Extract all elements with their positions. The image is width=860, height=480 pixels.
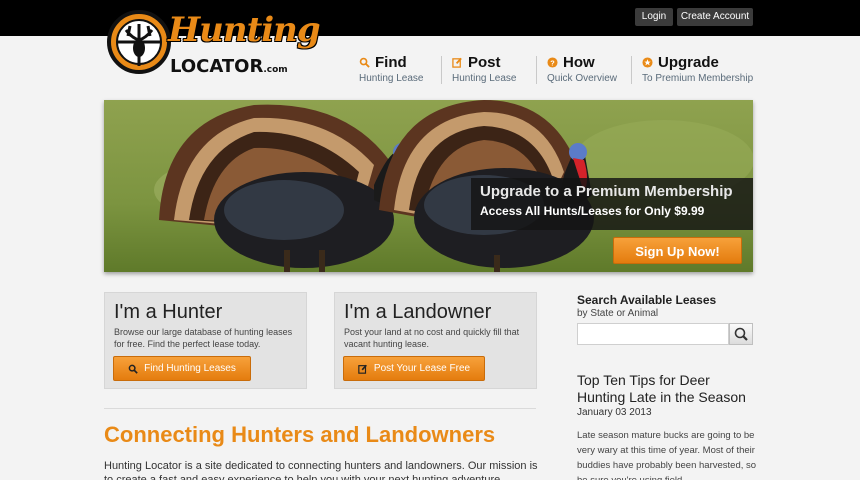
sign-up-button[interactable]: Sign Up Now! [613,237,742,264]
search-subtitle: by State or Animal [577,308,659,319]
nav-how[interactable]: ? How Quick Overview [547,54,617,84]
nav-post-subtitle: Hunting Lease [452,73,517,84]
hunter-card-title: I'm a Hunter [114,301,223,323]
blog-post-excerpt: Late season mature bucks are going to be… [577,430,757,480]
edit-icon [452,57,462,68]
nav-post-title: Post [468,54,501,71]
landowner-card-text: Post your land at no cost and quickly fi… [344,327,520,349]
find-hunting-leases-label: Find Hunting Leases [144,363,236,374]
search-title: Search Available Leases [577,293,717,307]
nav-how-title: How [563,54,595,71]
blog-post-date: January 03 2013 [577,407,652,418]
nav-divider [441,56,442,84]
nav-how-subtitle: Quick Overview [547,73,618,84]
main-tagline: Connecting Hunters and Landowners [104,422,496,447]
blog-post-title[interactable]: Top Ten Tips for Deer Hunting Late in th… [577,372,757,406]
nav-upgrade-subtitle: To Premium Membership [642,73,754,84]
search-input[interactable] [577,323,729,345]
site-logo[interactable]: Hunting LOCATOR.com [106,6,321,82]
nav-find-title: Find [375,54,407,71]
hero-headline: Upgrade to a Premium Membership [480,183,733,200]
landowner-card-title: I'm a Landowner [344,301,492,323]
edit-icon [358,364,367,374]
hero-subline: Access All Hunts/Leases for Only $9.99 [480,204,705,218]
post-your-lease-label: Post Your Lease Free [373,363,471,374]
deer-skull-logo-icon [107,10,171,74]
logo-word-locator: LOCATOR.com [170,56,288,77]
nav-upgrade[interactable]: Upgrade To Premium Membership [642,54,753,84]
nav-post[interactable]: Post Hunting Lease [452,54,517,84]
find-hunting-leases-button[interactable]: Find Hunting Leases [113,356,251,381]
login-button[interactable]: Login [635,8,673,26]
nav-find[interactable]: Find Hunting Lease [359,54,424,84]
nav-divider [536,56,537,84]
search-icon [734,327,748,341]
search-submit-button[interactable] [729,323,753,345]
create-account-button[interactable]: Create Account [677,8,753,26]
hunter-card: I'm a Hunter Browse our large database o… [104,292,307,389]
nav-upgrade-title: Upgrade [658,54,719,71]
logo-suffix: .com [263,65,288,75]
logo-word-locator-text: LOCATOR [170,56,264,77]
search-icon [128,364,138,374]
hunter-card-text: Browse our large database of hunting lea… [114,327,293,349]
svg-text:?: ? [550,58,555,67]
divider [104,408,536,409]
post-your-lease-button[interactable]: Post Your Lease Free [343,356,485,381]
question-icon: ? [547,57,558,68]
nav-find-subtitle: Hunting Lease [359,73,424,84]
landowner-card: I'm a Landowner Post your land at no cos… [334,292,537,389]
search-icon [359,57,370,68]
logo-word-hunting: Hunting [168,10,321,50]
nav-divider [631,56,632,84]
star-icon [642,57,653,68]
intro-text: Hunting Locator is a site dedicated to c… [104,460,538,480]
